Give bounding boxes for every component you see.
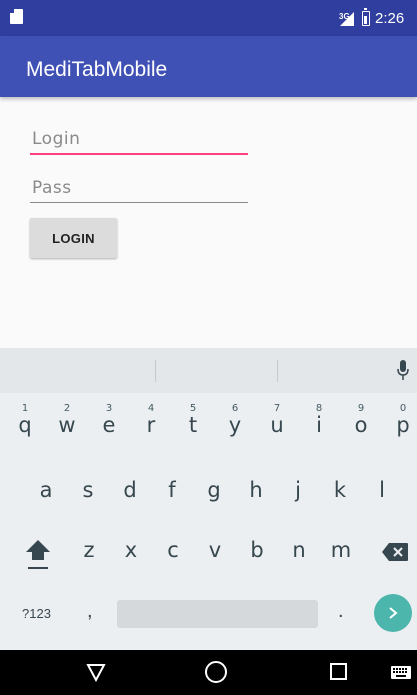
key-label: q: [18, 413, 32, 437]
key-j[interactable]: j: [281, 465, 315, 515]
key-hint: 3: [105, 403, 113, 414]
key-s[interactable]: s: [71, 465, 105, 515]
key-label: b: [250, 538, 264, 562]
key-label: e: [102, 413, 116, 437]
key-n[interactable]: n: [282, 525, 316, 575]
key-y[interactable]: y6: [218, 400, 252, 450]
key-label: n: [292, 538, 306, 562]
key-label: t: [188, 413, 198, 437]
key-h[interactable]: h: [239, 465, 273, 515]
key-x[interactable]: x: [114, 525, 148, 575]
key-p[interactable]: p0: [386, 400, 417, 450]
home-icon[interactable]: [205, 661, 227, 683]
key-hint: 0: [399, 403, 407, 414]
key-hint: 5: [189, 403, 197, 414]
key-m[interactable]: m: [324, 525, 358, 575]
shift-icon[interactable]: [24, 538, 52, 572]
key-q[interactable]: q1: [8, 400, 42, 450]
key-label: k: [333, 478, 347, 502]
login-field: [30, 124, 248, 155]
key-u[interactable]: u7: [260, 400, 294, 450]
key-label: o: [354, 413, 368, 437]
key-label: u: [270, 413, 284, 437]
mic-icon[interactable]: [397, 360, 409, 382]
keyboard-switch-icon[interactable]: [391, 666, 411, 679]
pass-input[interactable]: [30, 173, 248, 203]
period-key[interactable]: .: [338, 600, 344, 623]
key-label: j: [295, 478, 301, 502]
key-label: y: [228, 413, 242, 437]
key-l[interactable]: l: [365, 465, 399, 515]
suggestion-strip: [0, 348, 417, 393]
key-label: f: [168, 478, 176, 502]
key-label: c: [167, 538, 179, 562]
key-label: g: [207, 478, 221, 502]
key-w[interactable]: w2: [50, 400, 84, 450]
key-label: m: [330, 538, 352, 562]
back-icon[interactable]: [86, 662, 106, 682]
navigation-bar: [0, 650, 417, 695]
login-button[interactable]: LOGIN: [30, 218, 117, 258]
key-c[interactable]: c: [156, 525, 190, 575]
sd-card-icon: [10, 9, 23, 24]
strip-divider: [155, 360, 156, 382]
pass-field: [30, 173, 248, 203]
app-title: MediTabMobile: [26, 58, 168, 81]
key-label: a: [39, 478, 53, 502]
battery-icon: [362, 8, 370, 26]
key-hint: 9: [357, 403, 365, 414]
key-label: l: [379, 478, 385, 502]
key-g[interactable]: g: [197, 465, 231, 515]
signal-icon: [340, 12, 354, 26]
enter-key[interactable]: [374, 594, 412, 632]
login-input[interactable]: [30, 124, 248, 154]
key-label: r: [146, 413, 156, 437]
phone-screen: 3G 2:26 MediTabMobile LOGIN q1w2e3r4t5y6: [0, 0, 417, 695]
key-f[interactable]: f: [155, 465, 189, 515]
key-k[interactable]: k: [323, 465, 357, 515]
app-bar: MediTabMobile: [0, 36, 417, 97]
key-label: z: [83, 538, 95, 562]
soft-keyboard: q1w2e3r4t5y6u7i8o9p0 asdfghjkl zxcvbnm ?…: [0, 348, 417, 650]
key-hint: 7: [273, 403, 281, 414]
key-i[interactable]: i8: [302, 400, 336, 450]
key-t[interactable]: t5: [176, 400, 210, 450]
key-z[interactable]: z: [72, 525, 106, 575]
key-b[interactable]: b: [240, 525, 274, 575]
enter-arrow-icon: [389, 607, 398, 619]
backspace-icon[interactable]: [381, 542, 409, 562]
key-v[interactable]: v: [198, 525, 232, 575]
status-clock: 2:26: [375, 10, 405, 27]
status-bar: 3G 2:26: [0, 0, 417, 36]
key-r[interactable]: r4: [134, 400, 168, 450]
recent-apps-icon[interactable]: [330, 663, 347, 680]
key-hint: 6: [231, 403, 239, 414]
strip-divider: [277, 360, 278, 382]
pass-underline: [30, 202, 248, 203]
key-o[interactable]: o9: [344, 400, 378, 450]
key-label: s: [82, 478, 94, 502]
space-key[interactable]: [117, 600, 318, 628]
key-a[interactable]: a: [29, 465, 63, 515]
key-label: i: [316, 413, 322, 437]
login-underline: [30, 153, 248, 155]
key-e[interactable]: e3: [92, 400, 126, 450]
comma-key[interactable]: ,: [87, 600, 93, 623]
key-hint: 8: [315, 403, 323, 414]
key-hint: 4: [147, 403, 155, 414]
key-hint: 2: [63, 403, 71, 414]
key-label: p: [396, 413, 410, 437]
key-label: v: [208, 538, 222, 562]
key-hint: 1: [21, 403, 29, 414]
key-label: w: [58, 413, 76, 437]
key-label: h: [249, 478, 263, 502]
key-d[interactable]: d: [113, 465, 147, 515]
symbols-key[interactable]: ?123: [22, 606, 51, 621]
key-label: d: [123, 478, 137, 502]
key-label: x: [124, 538, 138, 562]
